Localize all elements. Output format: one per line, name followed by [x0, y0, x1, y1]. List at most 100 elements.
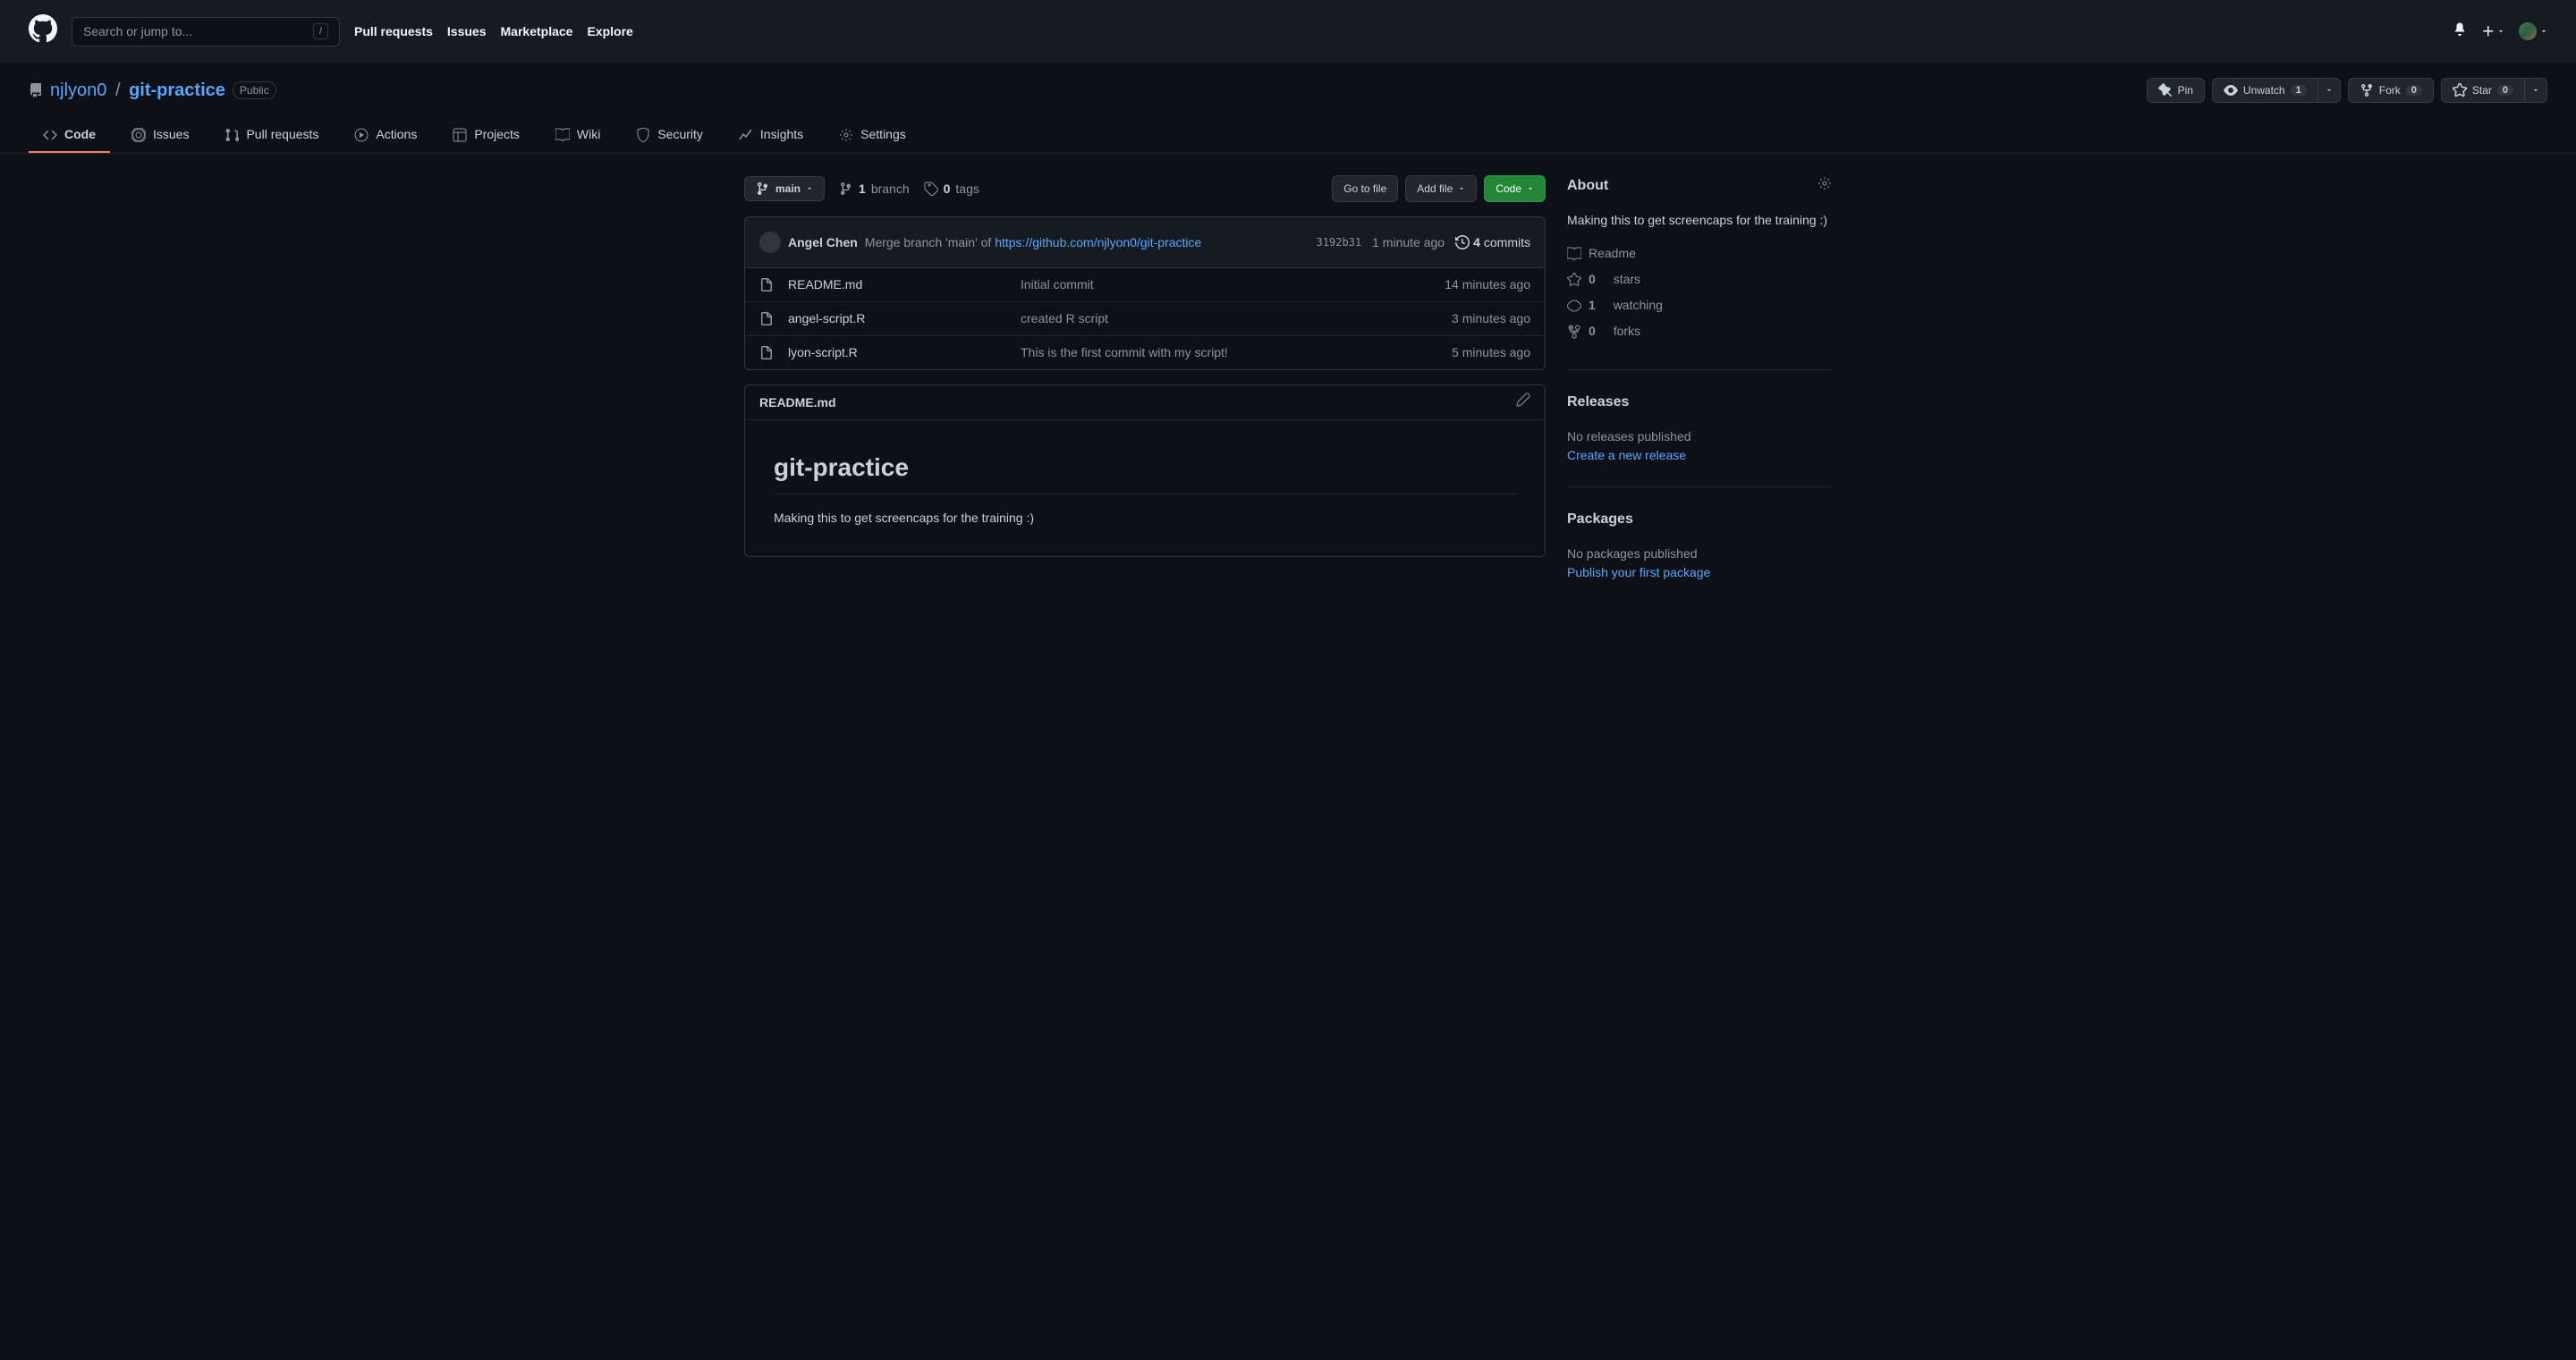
- file-name-link[interactable]: README.md: [788, 277, 862, 291]
- star-dropdown[interactable]: [2525, 78, 2547, 103]
- tab-settings[interactable]: Settings: [825, 118, 920, 153]
- file-icon: [759, 346, 774, 360]
- go-to-file-button[interactable]: Go to file: [1332, 175, 1398, 202]
- owner-link[interactable]: njlyon0: [50, 80, 106, 100]
- pencil-icon: [1516, 393, 1530, 407]
- fork-count: 0: [2406, 85, 2422, 96]
- pin-icon: [2158, 83, 2173, 97]
- file-name-link[interactable]: lyon-script.R: [788, 345, 858, 359]
- avatar: [2519, 22, 2537, 40]
- visibility-badge: Public: [233, 81, 276, 99]
- file-icon: [759, 278, 774, 292]
- tab-pull-requests[interactable]: Pull requests: [210, 118, 333, 153]
- tags-link[interactable]: 0 tags: [924, 180, 979, 199]
- chevron-down-icon: [2326, 87, 2333, 94]
- fork-button[interactable]: Fork 0: [2348, 78, 2434, 103]
- fork-icon: [1567, 325, 1581, 339]
- add-file-button[interactable]: Add file: [1405, 175, 1477, 202]
- fork-icon: [2360, 83, 2374, 97]
- branches-link[interactable]: 1 branch: [839, 180, 910, 199]
- releases-empty-text: No releases published: [1567, 427, 1832, 446]
- search-placeholder: Search or jump to...: [83, 22, 313, 41]
- watch-count: 1: [2291, 85, 2307, 96]
- user-menu[interactable]: [2519, 22, 2547, 40]
- code-download-button[interactable]: Code: [1484, 175, 1546, 202]
- gear-icon: [1818, 176, 1832, 190]
- history-icon: [1455, 235, 1470, 249]
- tab-projects[interactable]: Projects: [438, 118, 534, 153]
- tab-insights[interactable]: Insights: [724, 118, 818, 153]
- file-commit-time: 5 minutes ago: [1452, 343, 1530, 362]
- play-icon: [354, 128, 369, 142]
- file-commit-msg[interactable]: created R script: [1021, 309, 1452, 328]
- commit-sha[interactable]: 3192b31: [1317, 234, 1362, 250]
- chevron-down-icon: [806, 185, 813, 192]
- commits-link[interactable]: 4 commits: [1455, 233, 1530, 252]
- repo-icon: [29, 83, 43, 97]
- commit-time: 1 minute ago: [1372, 233, 1445, 252]
- publish-package-link[interactable]: Publish your first package: [1567, 565, 1710, 579]
- star-button[interactable]: Star 0: [2441, 78, 2525, 103]
- unwatch-dropdown[interactable]: [2318, 78, 2341, 103]
- nav-pull-requests[interactable]: Pull requests: [354, 22, 433, 41]
- forks-link[interactable]: 0 forks: [1567, 322, 1832, 341]
- readme-filename[interactable]: README.md: [759, 393, 836, 412]
- watching-link[interactable]: 1 watching: [1567, 296, 1832, 315]
- edit-readme-button[interactable]: [1516, 393, 1530, 412]
- tab-code[interactable]: Code: [29, 118, 110, 153]
- packages-empty-text: No packages published: [1567, 545, 1832, 563]
- tab-security[interactable]: Security: [622, 118, 717, 153]
- tab-issues[interactable]: Issues: [117, 118, 203, 153]
- search-input[interactable]: Search or jump to... /: [72, 17, 340, 46]
- nav-issues[interactable]: Issues: [447, 22, 487, 41]
- packages-heading[interactable]: Packages: [1567, 509, 1633, 530]
- nav-explore[interactable]: Explore: [587, 22, 632, 41]
- star-icon: [2453, 83, 2467, 97]
- file-commit-msg[interactable]: This is the first commit with my script!: [1021, 343, 1452, 362]
- graph-icon: [739, 128, 753, 142]
- tag-icon: [924, 182, 938, 196]
- star-count: 0: [2497, 85, 2513, 96]
- about-edit-button[interactable]: [1818, 176, 1832, 196]
- stars-link[interactable]: 0 stars: [1567, 270, 1832, 289]
- commit-message[interactable]: Merge branch 'main' of https://github.co…: [865, 233, 1202, 252]
- book-icon: [555, 128, 570, 142]
- search-kbd: /: [313, 23, 328, 40]
- issue-icon: [131, 128, 146, 142]
- tab-wiki[interactable]: Wiki: [541, 118, 614, 153]
- file-name-link[interactable]: angel-script.R: [788, 311, 865, 325]
- code-icon: [43, 128, 57, 142]
- repo-link[interactable]: git-practice: [129, 80, 225, 100]
- file-row: angel-script.R created R script3 minutes …: [745, 301, 1545, 335]
- tab-actions[interactable]: Actions: [340, 118, 431, 153]
- chevron-down-icon: [1458, 185, 1465, 192]
- eye-icon: [2224, 83, 2238, 97]
- pin-button[interactable]: Pin: [2147, 78, 2205, 103]
- releases-heading[interactable]: Releases: [1567, 392, 1629, 413]
- about-description: Making this to get screencaps for the tr…: [1567, 211, 1832, 230]
- project-icon: [453, 128, 467, 142]
- readme-link[interactable]: Readme: [1567, 244, 1832, 263]
- branch-select[interactable]: main: [744, 176, 825, 201]
- git-pull-request-icon: [225, 128, 239, 142]
- create-release-link[interactable]: Create a new release: [1567, 448, 1686, 462]
- github-logo[interactable]: [29, 14, 57, 48]
- gear-icon: [839, 128, 853, 142]
- file-commit-time: 3 minutes ago: [1452, 309, 1530, 328]
- commit-author[interactable]: Angel Chen: [788, 233, 858, 252]
- readme-title: git-practice: [774, 449, 1516, 494]
- add-dropdown[interactable]: [2481, 24, 2504, 38]
- file-commit-msg[interactable]: Initial commit: [1021, 275, 1445, 294]
- book-icon: [1567, 247, 1581, 261]
- file-commit-time: 14 minutes ago: [1445, 275, 1530, 294]
- eye-icon: [1567, 299, 1581, 313]
- file-row: README.md Initial commit14 minutes ago: [745, 268, 1545, 301]
- about-heading: About: [1567, 175, 1608, 197]
- file-row: lyon-script.R This is the first commit wi…: [745, 335, 1545, 369]
- unwatch-button[interactable]: Unwatch 1: [2212, 78, 2318, 103]
- git-branch-icon: [756, 182, 770, 196]
- nav-marketplace[interactable]: Marketplace: [501, 22, 573, 41]
- file-icon: [759, 312, 774, 326]
- notifications-icon[interactable]: [2453, 21, 2467, 41]
- chevron-down-icon: [2532, 87, 2539, 94]
